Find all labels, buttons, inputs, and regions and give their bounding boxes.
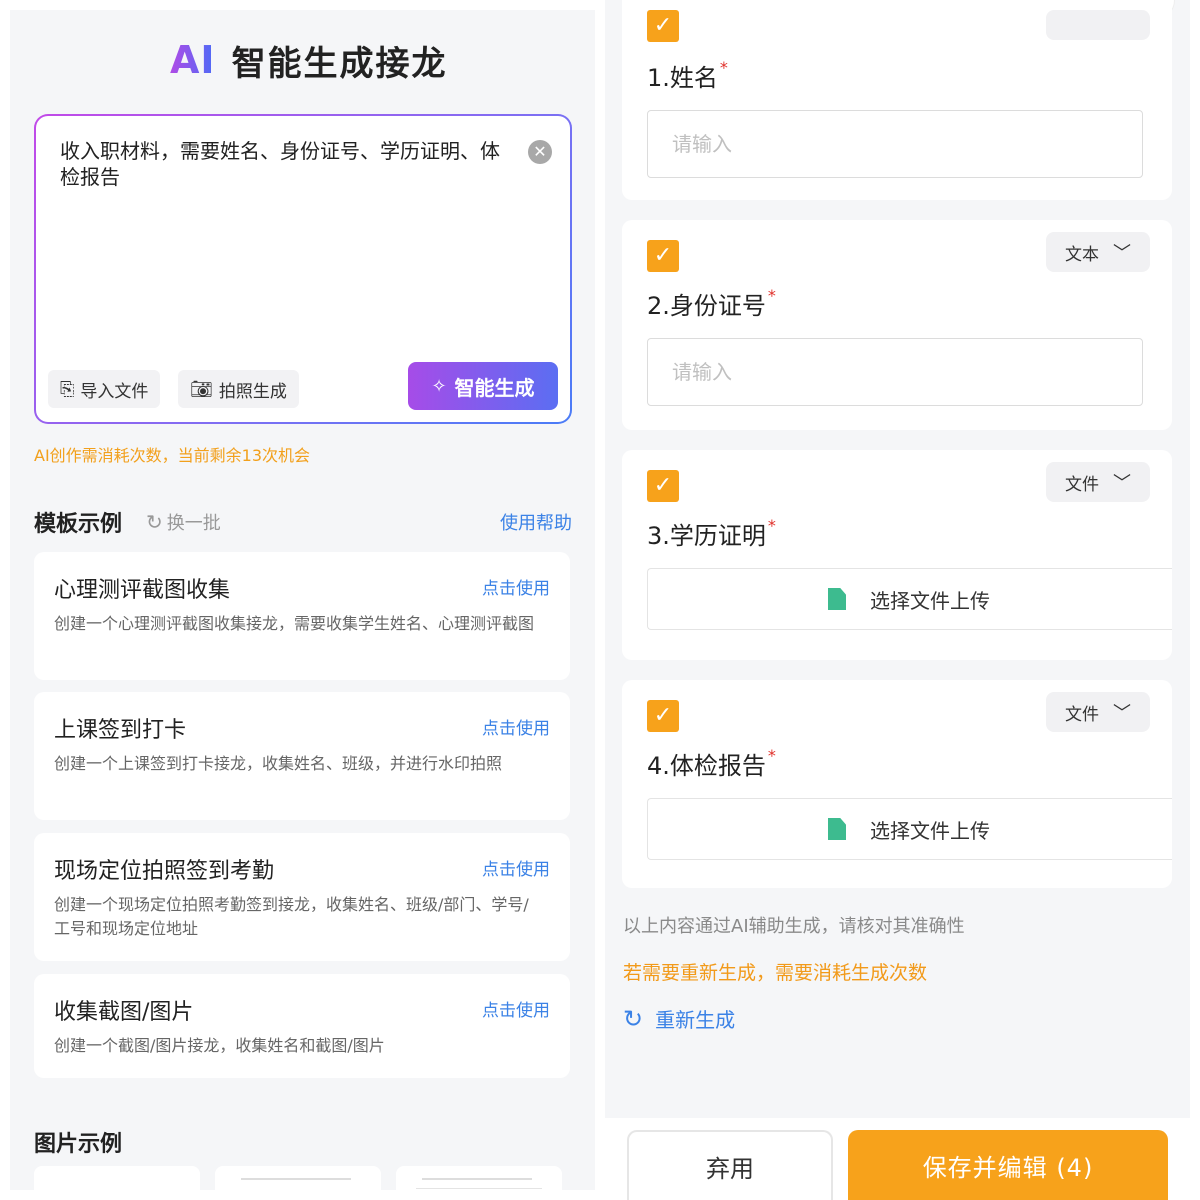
use-template-link[interactable]: 点击使用 [482, 996, 550, 1021]
smart-generate-label: 智能生成 [454, 375, 535, 400]
required-mark: * [767, 746, 776, 765]
field-type-label: 文件 [1065, 474, 1099, 495]
checkbox-checked-icon[interactable]: ✓ [647, 700, 679, 732]
prompt-box-inner: 收入职材料，需要姓名、身份证号、学历证明、体检报告 ✕ ⎘ 导入文件 📷︎ 拍照… [36, 116, 570, 422]
text-input[interactable]: 请输入 [647, 110, 1143, 178]
field-label: 2.身份证号 * [647, 286, 776, 321]
import-file-label: 导入文件 [80, 381, 149, 402]
templates-header: 模板示例 ↻ 换一批 使用帮助 [34, 504, 572, 540]
ai-verify-notice: 以上内容通过AI辅助生成，请核对其准确性 [623, 916, 965, 937]
sparkle-icon: ✧ [431, 375, 447, 397]
regenerate-label: 重新生成 [655, 1008, 736, 1032]
thumbnail-line [416, 1188, 542, 1189]
template-title: 收集截图/图片 [54, 1000, 194, 1025]
refresh-icon: ↻ [146, 510, 163, 534]
photo-generate-button[interactable]: 📷︎ 拍照生成 [178, 370, 299, 408]
field-label-text: 2.身份证号 [647, 292, 766, 320]
chevron-down-icon: ﹀ [1113, 473, 1131, 494]
photo-generate-label: 拍照生成 [218, 381, 287, 402]
image-example-thumbnail[interactable] [215, 1166, 381, 1190]
use-template-link[interactable]: 点击使用 [482, 714, 550, 739]
required-mark: * [767, 286, 776, 305]
ai-generate-panel: ✦ AI 智能生成接龙 收入职材料，需要姓名、身份证号、学历证明、体检报告 ✕ … [10, 10, 595, 1190]
chevron-down-icon: ﹀ [1113, 243, 1131, 264]
upload-label: 选择文件上传 [870, 588, 990, 613]
field-label: 1.姓名 * [647, 58, 728, 93]
checkbox-checked-icon[interactable]: ✓ [647, 240, 679, 272]
text-input[interactable]: 请输入 [647, 338, 1143, 406]
file-icon [828, 818, 846, 840]
regenerate-button[interactable]: ↻ 重新生成 [623, 1004, 735, 1033]
field-label-text: 3.学历证明 [647, 522, 766, 550]
field-type-select[interactable] [1046, 10, 1150, 40]
checkbox-checked-icon[interactable]: ✓ [647, 470, 679, 502]
template-card[interactable]: 现场定位拍照签到考勤 点击使用 创建一个现场定位拍照考勤签到接龙，收集姓名、班级… [34, 833, 570, 961]
checkbox-checked-icon[interactable]: ✓ [647, 10, 679, 42]
field-type-select[interactable]: 文件 ﹀ [1046, 692, 1150, 732]
template-description: 创建一个现场定位拍照考勤签到接龙，收集姓名、班级/部门、学号/工号和现场定位地址 [54, 895, 529, 938]
import-file-icon: ⎘ [60, 378, 75, 400]
refresh-button[interactable]: ↻ 换一批 [146, 509, 221, 535]
template-card[interactable]: 心理测评截图收集 点击使用 创建一个心理测评截图收集接龙，需要收集学生姓名、心理… [34, 552, 570, 680]
image-examples-title: 图片示例 [34, 1132, 123, 1157]
template-description: 创建一个心理测评截图收集接龙，需要收集学生姓名、心理测评截图 [54, 614, 535, 633]
ai-logo: ✦ AI [170, 38, 216, 82]
template-title: 上课签到打卡 [54, 718, 187, 743]
page-title: 智能生成接龙 [231, 43, 448, 84]
generated-form-panel: ✓ 1.姓名 * 请输入 ✓ 文本 ﹀ 2.身份证号 * 请输入 ✓ 文件 ﹀ 3.… [605, 0, 1190, 1200]
template-description: 创建一个截图/图片接龙，收集姓名和截图/图片 [54, 1036, 385, 1055]
form-field-card: ✓ 文件 ﹀ 3.学历证明 * 选择文件上传 [622, 450, 1172, 660]
template-title: 现场定位拍照签到考勤 [54, 859, 275, 884]
refresh-label: 换一批 [166, 513, 221, 534]
field-label: 3.学历证明 * [647, 516, 776, 551]
form-field-card: ✓ 文件 ﹀ 4.体检报告 * 选择文件上传 [622, 680, 1172, 888]
page: ✦ AI 智能生成接龙 收入职材料，需要姓名、身份证号、学历证明、体检报告 ✕ … [0, 0, 1200, 1200]
help-link[interactable]: 使用帮助 [500, 509, 572, 535]
field-type-select[interactable]: 文本 ﹀ [1046, 232, 1150, 272]
use-template-link[interactable]: 点击使用 [482, 574, 550, 599]
template-title: 心理测评截图收集 [54, 578, 231, 603]
field-type-select[interactable]: 文件 ﹀ [1046, 462, 1150, 502]
template-description: 创建一个上课签到打卡接龙，收集姓名、班级，并进行水印拍照 [54, 754, 503, 773]
file-upload-button[interactable]: 选择文件上传 [647, 798, 1172, 860]
field-label: 4.体检报告 * [647, 746, 776, 781]
templates-title: 模板示例 [34, 512, 123, 537]
prompt-box: 收入职材料，需要姓名、身份证号、学历证明、体检报告 ✕ ⎘ 导入文件 📷︎ 拍照… [34, 114, 572, 424]
image-example-thumbnail[interactable] [396, 1166, 562, 1190]
sparkle-icon: ✦ [164, 30, 179, 49]
image-example-thumbnail[interactable] [34, 1166, 200, 1190]
refresh-icon: ↻ [623, 1004, 644, 1033]
header: ✦ AI 智能生成接龙 [170, 30, 448, 90]
smart-generate-button[interactable]: ✧ 智能生成 [408, 362, 558, 410]
chevron-down-icon: ﹀ [1113, 703, 1131, 724]
clear-icon[interactable]: ✕ [528, 140, 552, 164]
use-template-link[interactable]: 点击使用 [482, 855, 550, 880]
thumbnail-line [422, 1178, 532, 1180]
form-field-card: ✓ 文本 ﹀ 2.身份证号 * 请输入 [622, 220, 1172, 430]
field-type-label: 文本 [1065, 244, 1099, 265]
regenerate-cost-notice: 若需要重新生成，需要消耗生成次数 [623, 962, 928, 984]
bottom-action-bar: 弃用 保存并编辑 (4) [605, 1118, 1190, 1200]
discard-button[interactable]: 弃用 [627, 1130, 833, 1200]
quota-notice: AI创作需消耗次数，当前剩余13次机会 [34, 446, 311, 465]
camera-icon: 📷︎ [190, 378, 213, 400]
required-mark: * [719, 58, 728, 77]
file-icon [828, 588, 846, 610]
import-file-button[interactable]: ⎘ 导入文件 [48, 370, 161, 408]
required-mark: * [767, 516, 776, 535]
template-card[interactable]: 上课签到打卡 点击使用 创建一个上课签到打卡接龙，收集姓名、班级，并进行水印拍照 [34, 692, 570, 820]
field-label-text: 4.体检报告 [647, 752, 766, 780]
upload-label: 选择文件上传 [870, 818, 990, 843]
thumbnail-line [241, 1178, 351, 1180]
save-and-edit-button[interactable]: 保存并编辑 (4) [848, 1130, 1168, 1200]
field-type-label: 文件 [1065, 704, 1099, 725]
prompt-textarea[interactable]: 收入职材料，需要姓名、身份证号、学历证明、体检报告 [60, 138, 510, 190]
field-label-text: 1.姓名 [647, 64, 718, 92]
form-field-card: ✓ 1.姓名 * 请输入 [622, 0, 1172, 200]
file-upload-button[interactable]: 选择文件上传 [647, 568, 1172, 630]
template-card[interactable]: 收集截图/图片 点击使用 创建一个截图/图片接龙，收集姓名和截图/图片 [34, 974, 570, 1078]
